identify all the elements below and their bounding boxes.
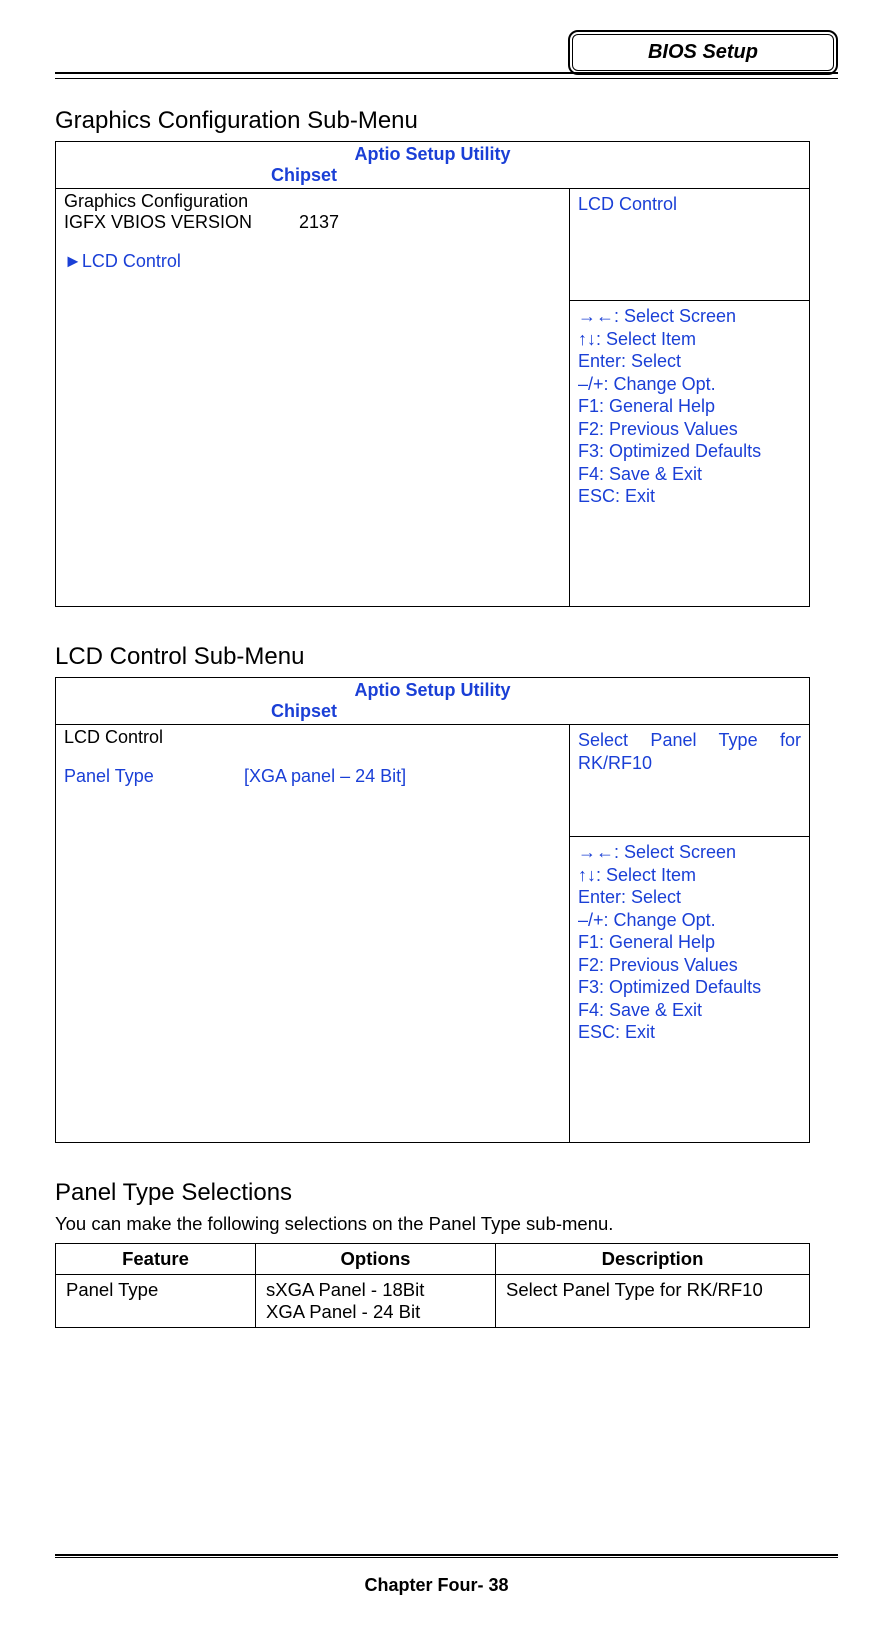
option-item: XGA Panel - 24 Bit: [266, 1301, 485, 1323]
key-hint: ESC: Exit: [578, 1021, 801, 1044]
utility-title: Aptio Setup Utility: [56, 142, 809, 165]
submenu-lcd-control[interactable]: ►LCD Control: [64, 251, 561, 272]
table-row: Panel Type sXGA Panel - 18Bit XGA Panel …: [56, 1275, 810, 1328]
bios-content-heading: LCD Control: [64, 727, 561, 748]
bios-help-text: LCD Control: [578, 193, 801, 216]
section-title: LCD Control Sub-Menu: [55, 643, 838, 671]
vbios-version-value: 2137: [299, 212, 339, 233]
section-title: Graphics Configuration Sub-Menu: [55, 107, 838, 135]
page-header: BIOS Setup: [55, 30, 838, 79]
bios-table-lcd: Aptio Setup Utility Chipset LCD Control …: [55, 677, 810, 1143]
bios-help-panel: LCD Control: [570, 189, 810, 301]
footer-rules: [55, 1554, 838, 1558]
key-hint: F3: Optimized Defaults: [578, 440, 801, 463]
key-hint: Enter: Select: [578, 886, 801, 909]
key-hint: →←: Select Screen: [578, 841, 801, 864]
utility-tab: Chipset: [56, 701, 809, 724]
bios-table-graphics: Aptio Setup Utility Chipset Graphics Con…: [55, 141, 810, 607]
cell-options: sXGA Panel - 18Bit XGA Panel - 24 Bit: [256, 1275, 496, 1328]
table-header-row: Feature Options Description: [56, 1244, 810, 1275]
header-rule-thin: [55, 78, 838, 79]
page-footer: Chapter Four- 38: [0, 1575, 873, 1596]
header-badge: BIOS Setup: [568, 30, 838, 75]
bios-main-panel: LCD Control Panel Type [XGA panel – 24 B…: [56, 725, 570, 1143]
footer-rule-thin: [55, 1557, 838, 1558]
key-hint: ESC: Exit: [578, 485, 801, 508]
key-hint: F1: General Help: [578, 395, 801, 418]
section-title: Panel Type Selections: [55, 1179, 838, 1207]
utility-tab: Chipset: [56, 165, 809, 188]
key-hint: F3: Optimized Defaults: [578, 976, 801, 999]
key-hint: Enter: Select: [578, 350, 801, 373]
key-hint: –/+: Change Opt.: [578, 909, 801, 932]
panel-type-row[interactable]: Panel Type [XGA panel – 24 Bit]: [64, 766, 561, 787]
col-options: Options: [256, 1244, 496, 1275]
bios-content-heading: Graphics Configuration: [64, 191, 561, 212]
vbios-version-row: IGFX VBIOS VERSION 2137: [64, 212, 561, 233]
key-hint: F2: Previous Values: [578, 418, 801, 441]
footer-rule: [55, 1554, 838, 1556]
panel-type-label: Panel Type: [64, 766, 244, 787]
cell-description: Select Panel Type for RK/RF10: [496, 1275, 810, 1328]
utility-title: Aptio Setup Utility: [56, 678, 809, 701]
selections-intro: You can make the following selections on…: [55, 1213, 838, 1235]
bios-main-panel: Graphics Configuration IGFX VBIOS VERSIO…: [56, 189, 570, 607]
panel-type-value: [XGA panel – 24 Bit]: [244, 766, 406, 787]
bios-help-panel: Select Panel Type for RK/RF10: [570, 725, 810, 837]
bios-help-text: Select Panel Type for RK/RF10: [578, 729, 801, 774]
header-badge-text: BIOS Setup: [572, 34, 834, 71]
bios-keys-panel: →←: Select Screen ↑↓: Select Item Enter:…: [570, 837, 810, 1143]
key-hint: ↑↓: Select Item: [578, 864, 801, 887]
selections-table: Feature Options Description Panel Type s…: [55, 1243, 810, 1328]
cell-feature: Panel Type: [56, 1275, 256, 1328]
cell-description-text: Select Panel Type for RK/RF10: [506, 1279, 763, 1300]
key-hint: F4: Save & Exit: [578, 999, 801, 1022]
section-lcd-control: LCD Control Sub-Menu Aptio Setup Utility…: [55, 643, 838, 1143]
bios-keys-panel: →←: Select Screen ↑↓: Select Item Enter:…: [570, 301, 810, 607]
section-graphics-config: Graphics Configuration Sub-Menu Aptio Se…: [55, 107, 838, 607]
key-hint: –/+: Change Opt.: [578, 373, 801, 396]
key-hint: ↑↓: Select Item: [578, 328, 801, 351]
key-hint: F2: Previous Values: [578, 954, 801, 977]
header-rule: [55, 72, 838, 74]
option-item: sXGA Panel - 18Bit: [266, 1279, 485, 1301]
section-panel-type-selections: Panel Type Selections You can make the f…: [55, 1179, 838, 1328]
key-hint: F1: General Help: [578, 931, 801, 954]
col-feature: Feature: [56, 1244, 256, 1275]
col-description: Description: [496, 1244, 810, 1275]
key-hint: →←: Select Screen: [578, 305, 801, 328]
vbios-version-label: IGFX VBIOS VERSION: [64, 212, 299, 233]
key-hint: F4: Save & Exit: [578, 463, 801, 486]
